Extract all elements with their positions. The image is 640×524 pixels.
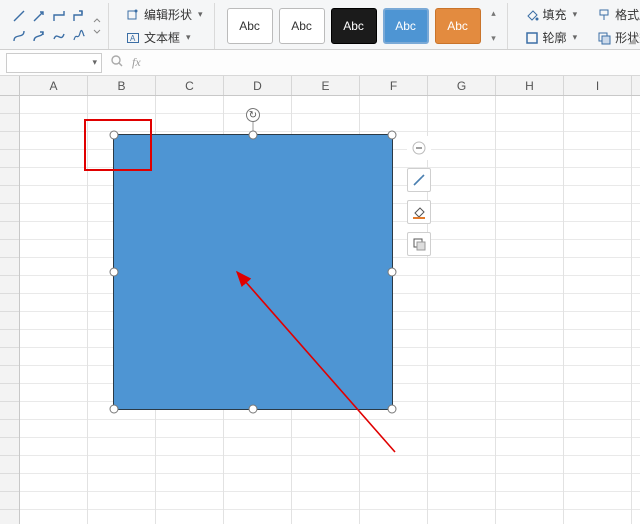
text-box-icon: A: [126, 31, 140, 45]
lines-palette[interactable]: [10, 7, 88, 45]
shape-effects-icon: [597, 31, 611, 45]
shape-styles-group: Abc Abc Abc Abc Abc ▴ ▾: [221, 3, 508, 49]
text-box-label: 文本框: [144, 29, 180, 46]
freeform-icon[interactable]: [50, 27, 68, 45]
scribble-icon[interactable]: [70, 27, 88, 45]
outline-label: 轮廓: [543, 29, 567, 46]
elbow-arrow-icon[interactable]: [70, 7, 88, 25]
edit-shape-button[interactable]: 编辑形状 ▾: [121, 4, 208, 25]
fill-label: 填充: [543, 6, 567, 23]
paint-bucket-icon: [525, 8, 539, 22]
line-arrow-icon[interactable]: [30, 7, 48, 25]
edit-shape-icon: [126, 8, 140, 22]
chevron-down-icon: ▾: [487, 33, 501, 44]
format-painter-icon: [597, 8, 611, 22]
ribbon-dialog-launcher-icon[interactable]: ◢: [628, 35, 636, 46]
search-icon[interactable]: [110, 54, 124, 71]
edit-shape-label: 编辑形状: [144, 6, 192, 23]
text-box-button[interactable]: A 文本框 ▾: [121, 27, 208, 48]
annotation-red-arrow: [0, 76, 640, 524]
chevron-up-icon: ▴: [487, 8, 501, 19]
chevron-down-icon: ▾: [573, 9, 578, 20]
style-swatch-1[interactable]: Abc: [227, 8, 273, 44]
curve-arrow-icon[interactable]: [30, 27, 48, 45]
chevron-down-icon: ▾: [186, 32, 191, 43]
fx-controls: fx: [110, 54, 141, 71]
fill-button[interactable]: 填充 ▾: [520, 4, 583, 25]
svg-text:A: A: [130, 34, 136, 43]
format-group: 填充 ▾ 格式刷 轮廓 ▾ 形状效果 ▾: [514, 3, 640, 49]
chevron-down-icon: ▾: [92, 57, 97, 68]
fx-label[interactable]: fx: [132, 55, 141, 70]
style-swatch-2[interactable]: Abc: [279, 8, 325, 44]
name-box[interactable]: ▾: [6, 53, 102, 73]
edit-group: 编辑形状 ▾ A 文本框 ▾: [115, 3, 215, 49]
shape-style-gallery[interactable]: Abc Abc Abc Abc Abc ▴ ▾: [227, 8, 501, 44]
lines-palette-more[interactable]: [92, 8, 102, 44]
style-swatch-5[interactable]: Abc: [435, 8, 481, 44]
curve-connector-icon[interactable]: [10, 27, 28, 45]
line-diag-icon[interactable]: [10, 7, 28, 25]
outline-button[interactable]: 轮廓 ▾: [520, 27, 583, 48]
chevron-down-icon: ▾: [573, 32, 578, 43]
outline-icon: [525, 31, 539, 45]
style-swatch-4[interactable]: Abc: [383, 8, 429, 44]
formula-bar: ▾ fx: [0, 50, 640, 76]
elbow-connector-icon[interactable]: [50, 7, 68, 25]
sheet-area: A B C D E F G H I ↻: [0, 76, 640, 524]
ribbon: 编辑形状 ▾ A 文本框 ▾ Abc Abc Abc Abc Abc ▴ ▾: [0, 0, 640, 50]
chevron-down-icon: ▾: [198, 9, 203, 20]
style-swatch-3[interactable]: Abc: [331, 8, 377, 44]
format-painter-button[interactable]: 格式刷: [592, 4, 640, 25]
lines-shapes-group: [4, 3, 109, 49]
gallery-more[interactable]: ▴ ▾: [487, 8, 501, 44]
format-painter-label: 格式刷: [615, 6, 640, 23]
